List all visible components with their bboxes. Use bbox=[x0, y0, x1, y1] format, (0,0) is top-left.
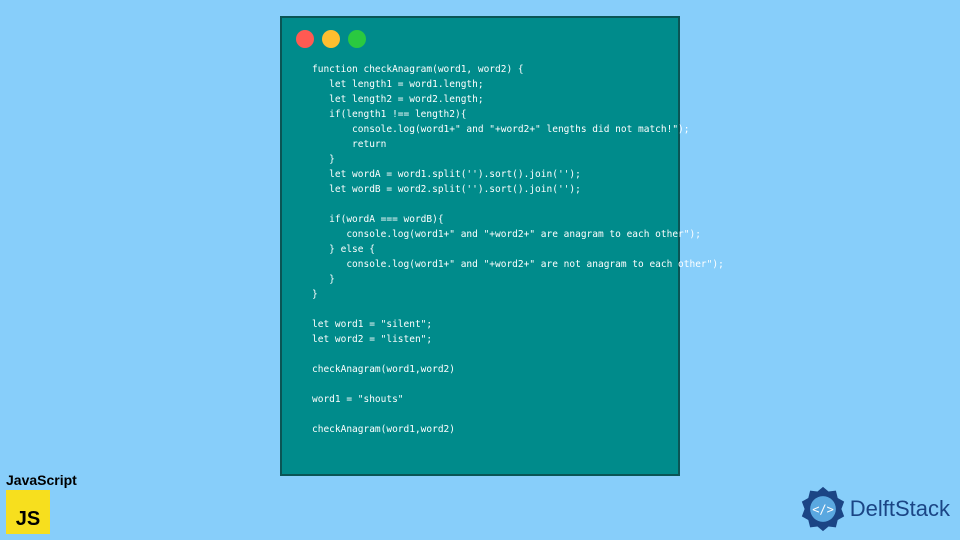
javascript-badge: JavaScript JS bbox=[6, 472, 77, 534]
code-content: function checkAnagram(word1, word2) { le… bbox=[296, 62, 664, 437]
window-maximize-icon bbox=[348, 30, 366, 48]
delftstack-logo: </> DelftStack bbox=[800, 486, 950, 532]
javascript-logo-icon: JS bbox=[6, 490, 50, 534]
code-window: function checkAnagram(word1, word2) { le… bbox=[280, 16, 680, 476]
window-minimize-icon bbox=[322, 30, 340, 48]
window-controls bbox=[296, 30, 664, 48]
window-close-icon bbox=[296, 30, 314, 48]
delftstack-gear-icon: </> bbox=[800, 486, 846, 532]
delftstack-text: DelftStack bbox=[850, 496, 950, 522]
svg-text:</>: </> bbox=[812, 503, 834, 517]
javascript-logo-text: JS bbox=[16, 508, 40, 531]
javascript-label: JavaScript bbox=[6, 472, 77, 488]
